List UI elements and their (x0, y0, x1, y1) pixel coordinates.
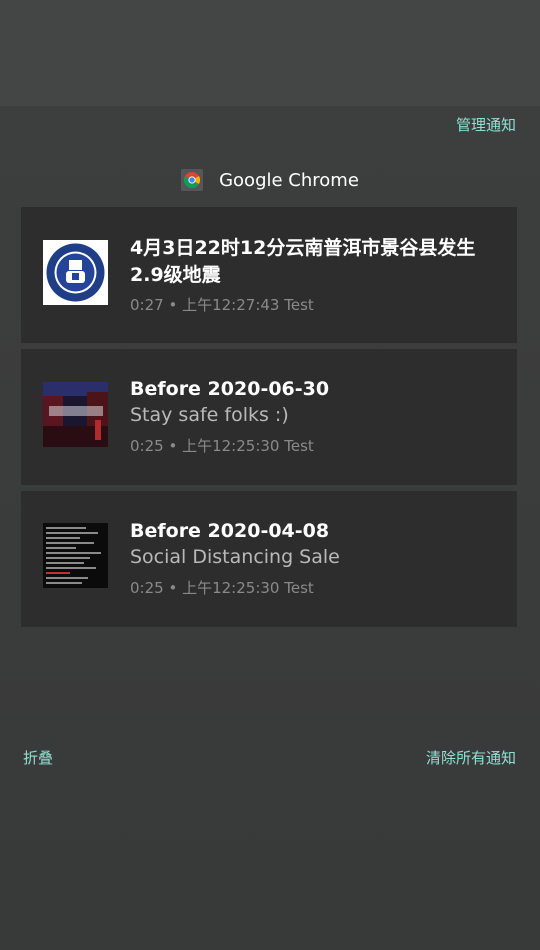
separator-dot: • (168, 437, 183, 455)
elapsed-time: 0:25 (130, 437, 164, 455)
elapsed-time: 0:27 (130, 296, 164, 314)
terminal-thumbnail (43, 523, 108, 588)
desktop-background (0, 0, 540, 106)
night-scene-thumbnail (43, 382, 108, 447)
notification-title: 4月3日22时12分云南普洱市景谷县发生2.9级地震 (130, 237, 476, 286)
clear-all-link[interactable]: 清除所有通知 (426, 747, 516, 768)
notification-title: Before 2020-04-08 (130, 520, 330, 542)
separator-dot: • (168, 579, 183, 597)
notification-card[interactable]: Before 2020-06-30 Stay safe folks :) 0:2… (21, 349, 517, 485)
notification-meta: 0:25 • 上午12:25:30 Test (130, 436, 314, 456)
notification-body: Stay safe folks :) (130, 404, 289, 426)
collapse-link[interactable]: 折叠 (23, 747, 53, 768)
source-label: Test (284, 579, 314, 597)
seal-thumbnail (43, 240, 108, 305)
chrome-icon (181, 169, 204, 191)
source-label: Test (284, 296, 314, 314)
app-name: Google Chrome (219, 169, 359, 191)
notification-card[interactable]: 4月3日22时12分云南普洱市景谷县发生2.9级地震 0:27 • 上午12:2… (21, 207, 517, 343)
timestamp: 上午12:25:30 (182, 437, 280, 455)
separator-dot: • (168, 296, 183, 314)
notification-body: Social Distancing Sale (130, 546, 340, 568)
timestamp: 上午12:27:43 (182, 296, 280, 314)
notification-title: Before 2020-06-30 (130, 378, 330, 400)
manage-notifications-link[interactable]: 管理通知 (456, 114, 516, 135)
notification-meta: 0:25 • 上午12:25:30 Test (130, 578, 314, 598)
notification-card[interactable]: Before 2020-04-08 Social Distancing Sale… (21, 491, 517, 627)
app-group-header[interactable]: Google Chrome (0, 166, 540, 194)
elapsed-time: 0:25 (130, 579, 164, 597)
notification-meta: 0:27 • 上午12:27:43 Test (130, 295, 314, 315)
source-label: Test (284, 437, 314, 455)
timestamp: 上午12:25:30 (182, 579, 280, 597)
